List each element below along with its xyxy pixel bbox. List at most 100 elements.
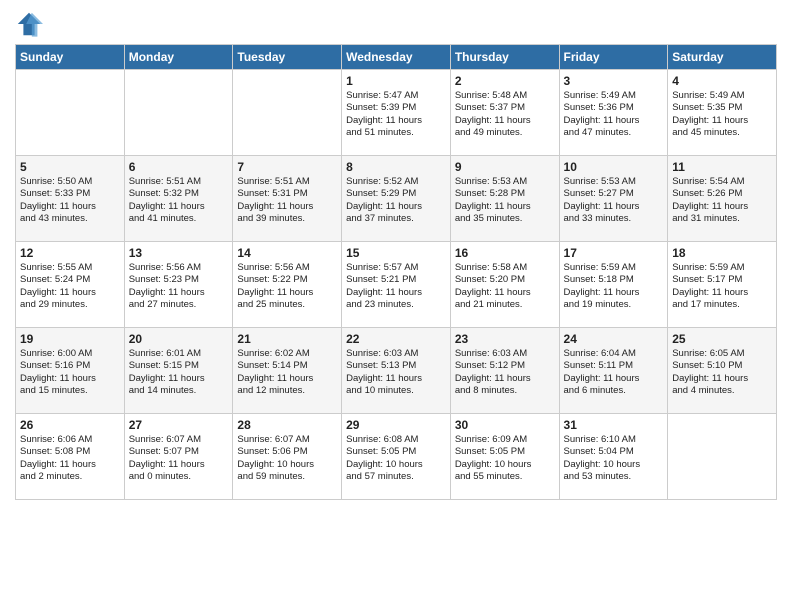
daylight-hours: Daylight: 11 hours [455, 201, 555, 213]
calendar-cell: 29Sunrise: 6:08 AMSunset: 5:05 PMDayligh… [342, 414, 451, 500]
calendar-cell: 24Sunrise: 6:04 AMSunset: 5:11 PMDayligh… [559, 328, 668, 414]
day-number: 3 [564, 74, 664, 88]
calendar-cell: 20Sunrise: 6:01 AMSunset: 5:15 PMDayligh… [124, 328, 233, 414]
sun-info: Sunrise: 5:59 AM [564, 262, 664, 274]
sun-info: Sunset: 5:10 PM [672, 360, 772, 372]
daylight-hours: Daylight: 11 hours [237, 287, 337, 299]
sun-info: Sunset: 5:23 PM [129, 274, 229, 286]
sun-info: Sunrise: 6:05 AM [672, 348, 772, 360]
sun-info: and 10 minutes. [346, 385, 446, 397]
sun-info: Sunrise: 6:10 AM [564, 434, 664, 446]
sun-info: Sunset: 5:39 PM [346, 102, 446, 114]
sun-info: Sunset: 5:18 PM [564, 274, 664, 286]
sun-info: Sunrise: 5:59 AM [672, 262, 772, 274]
sun-info: and 55 minutes. [455, 471, 555, 483]
calendar-cell: 11Sunrise: 5:54 AMSunset: 5:26 PMDayligh… [668, 156, 777, 242]
sun-info: Sunset: 5:29 PM [346, 188, 446, 200]
calendar-cell: 12Sunrise: 5:55 AMSunset: 5:24 PMDayligh… [16, 242, 125, 328]
calendar-cell: 4Sunrise: 5:49 AMSunset: 5:35 PMDaylight… [668, 70, 777, 156]
weekday-friday: Friday [559, 45, 668, 70]
sun-info: Sunrise: 5:48 AM [455, 90, 555, 102]
sun-info: Sunset: 5:12 PM [455, 360, 555, 372]
calendar-cell: 2Sunrise: 5:48 AMSunset: 5:37 PMDaylight… [450, 70, 559, 156]
sun-info: Sunset: 5:31 PM [237, 188, 337, 200]
sun-info: Sunrise: 5:57 AM [346, 262, 446, 274]
sun-info: and 31 minutes. [672, 213, 772, 225]
day-number: 8 [346, 160, 446, 174]
sun-info: Sunrise: 5:51 AM [129, 176, 229, 188]
daylight-hours: Daylight: 11 hours [20, 201, 120, 213]
sun-info: and 21 minutes. [455, 299, 555, 311]
calendar-cell: 3Sunrise: 5:49 AMSunset: 5:36 PMDaylight… [559, 70, 668, 156]
calendar-table: SundayMondayTuesdayWednesdayThursdayFrid… [15, 44, 777, 500]
day-number: 17 [564, 246, 664, 260]
sun-info: and 59 minutes. [237, 471, 337, 483]
day-number: 18 [672, 246, 772, 260]
weekday-monday: Monday [124, 45, 233, 70]
sun-info: Sunrise: 6:08 AM [346, 434, 446, 446]
calendar-cell: 6Sunrise: 5:51 AMSunset: 5:32 PMDaylight… [124, 156, 233, 242]
calendar-cell: 13Sunrise: 5:56 AMSunset: 5:23 PMDayligh… [124, 242, 233, 328]
calendar-cell: 15Sunrise: 5:57 AMSunset: 5:21 PMDayligh… [342, 242, 451, 328]
weekday-sunday: Sunday [16, 45, 125, 70]
daylight-hours: Daylight: 11 hours [672, 115, 772, 127]
sun-info: and 41 minutes. [129, 213, 229, 225]
sun-info: Sunset: 5:16 PM [20, 360, 120, 372]
sun-info: Sunset: 5:15 PM [129, 360, 229, 372]
logo [15, 10, 47, 38]
sun-info: and 4 minutes. [672, 385, 772, 397]
calendar-cell: 23Sunrise: 6:03 AMSunset: 5:12 PMDayligh… [450, 328, 559, 414]
calendar-cell: 7 Sunrise: 5:51 AMSunset: 5:31 PMDaylight… [233, 156, 342, 242]
sun-info: and 45 minutes. [672, 127, 772, 139]
calendar-cell: 30Sunrise: 6:09 AMSunset: 5:05 PMDayligh… [450, 414, 559, 500]
day-number: 24 [564, 332, 664, 346]
sun-info: and 15 minutes. [20, 385, 120, 397]
day-number: 14 [237, 246, 337, 260]
day-number: 6 [129, 160, 229, 174]
day-number: 23 [455, 332, 555, 346]
daylight-hours: Daylight: 11 hours [237, 201, 337, 213]
sun-info: Sunrise: 5:55 AM [20, 262, 120, 274]
day-number: 29 [346, 418, 446, 432]
day-number: 27 [129, 418, 229, 432]
sun-info: and 35 minutes. [455, 213, 555, 225]
sun-info: Sunset: 5:04 PM [564, 446, 664, 458]
logo-icon [15, 10, 43, 38]
day-number: 22 [346, 332, 446, 346]
weekday-wednesday: Wednesday [342, 45, 451, 70]
sun-info: and 25 minutes. [237, 299, 337, 311]
sun-info: Sunrise: 5:49 AM [564, 90, 664, 102]
sun-info: Sunset: 5:24 PM [20, 274, 120, 286]
day-number: 28 [237, 418, 337, 432]
calendar-cell: 31Sunrise: 6:10 AMSunset: 5:04 PMDayligh… [559, 414, 668, 500]
sun-info: Sunrise: 5:53 AM [455, 176, 555, 188]
day-number: 11 [672, 160, 772, 174]
day-number: 26 [20, 418, 120, 432]
sun-info: Sunset: 5:05 PM [455, 446, 555, 458]
daylight-hours: Daylight: 11 hours [672, 287, 772, 299]
day-number: 9 [455, 160, 555, 174]
sun-info: and 37 minutes. [346, 213, 446, 225]
sun-info: Sunset: 5:13 PM [346, 360, 446, 372]
daylight-hours: Daylight: 11 hours [20, 459, 120, 471]
sun-info: and 43 minutes. [20, 213, 120, 225]
daylight-hours: Daylight: 11 hours [129, 373, 229, 385]
daylight-hours: Daylight: 11 hours [129, 459, 229, 471]
sun-info: Sunrise: 5:56 AM [129, 262, 229, 274]
sun-info: and 2 minutes. [20, 471, 120, 483]
sun-info: and 6 minutes. [564, 385, 664, 397]
sun-info: Sunrise: 5:51 AM [237, 176, 337, 188]
sun-info: Sunrise: 6:09 AM [455, 434, 555, 446]
sun-info: Sunset: 5:20 PM [455, 274, 555, 286]
calendar-cell: 17Sunrise: 5:59 AMSunset: 5:18 PMDayligh… [559, 242, 668, 328]
sun-info: and 27 minutes. [129, 299, 229, 311]
weekday-tuesday: Tuesday [233, 45, 342, 70]
calendar-cell: 10Sunrise: 5:53 AMSunset: 5:27 PMDayligh… [559, 156, 668, 242]
day-number: 12 [20, 246, 120, 260]
daylight-hours: Daylight: 11 hours [455, 287, 555, 299]
sun-info: Sunrise: 5:53 AM [564, 176, 664, 188]
day-number: 2 [455, 74, 555, 88]
daylight-hours: Daylight: 11 hours [564, 373, 664, 385]
day-number: 7 [237, 160, 337, 174]
calendar-cell: 19Sunrise: 6:00 AMSunset: 5:16 PMDayligh… [16, 328, 125, 414]
